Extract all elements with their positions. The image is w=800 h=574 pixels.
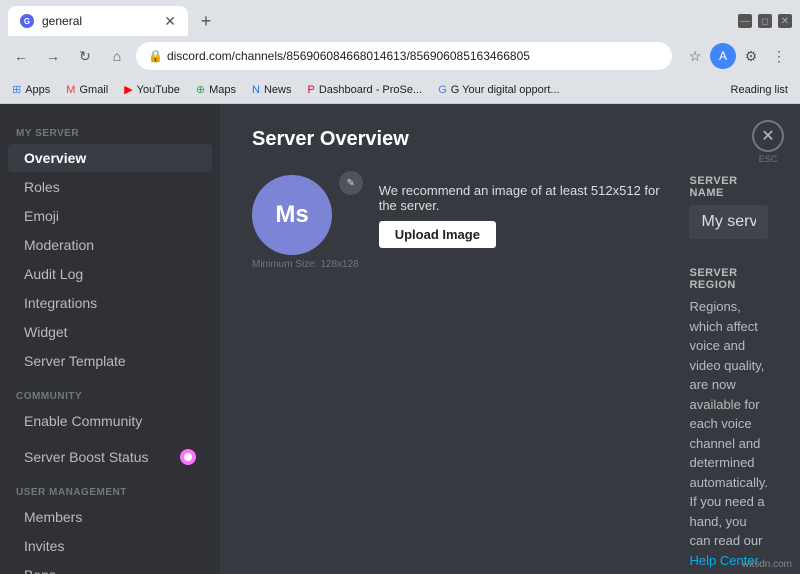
- sidebar-item-enable-community[interactable]: Enable Community: [8, 407, 212, 435]
- sidebar-item-roles[interactable]: Roles: [8, 173, 212, 201]
- server-avatar-container: Ms ✎ Minimum Size: 128x128: [252, 175, 359, 270]
- bookmark-gmail[interactable]: M Gmail: [62, 82, 112, 98]
- sidebar-item-moderation-label: Moderation: [24, 237, 94, 253]
- section-user-management-label: USER MANAGEMENT: [0, 479, 220, 502]
- bookmark-news[interactable]: N News: [248, 82, 295, 98]
- bookmark-dashboard[interactable]: P Dashboard - ProSe...: [304, 82, 427, 98]
- sidebar-item-overview-label: Overview: [24, 150, 86, 166]
- esc-label: ESC: [759, 154, 778, 164]
- active-tab[interactable]: G general ✕: [8, 6, 188, 36]
- sidebar-item-invites-label: Invites: [24, 538, 64, 554]
- section-community-label: COMMUNITY: [0, 383, 220, 406]
- address-input[interactable]: 🔒 discord.com/channels/85690608466801461…: [136, 42, 672, 70]
- bookmark-digital[interactable]: G G Your digital opport...: [434, 82, 563, 98]
- server-region-field: SERVER REGION Regions, which affect voic…: [689, 267, 768, 570]
- sidebar-item-overview[interactable]: Overview: [8, 144, 212, 172]
- sidebar-item-server-boost-label: Server Boost Status: [24, 449, 149, 465]
- bookmark-maps[interactable]: ⊕ Maps: [192, 81, 240, 98]
- sidebar-item-bans[interactable]: Bans: [8, 561, 212, 574]
- sidebar-item-bans-label: Bans: [24, 567, 56, 574]
- reading-list-label: Reading list: [731, 84, 788, 96]
- server-name-field: SERVER NAME: [689, 175, 768, 239]
- bookmark-news-label: News: [264, 84, 292, 96]
- bookmark-youtube[interactable]: ▶ YouTube: [120, 81, 184, 98]
- back-button[interactable]: ←: [8, 43, 34, 69]
- reload-button[interactable]: ↻: [72, 43, 98, 69]
- avatar-edit-button[interactable]: ✎: [339, 171, 363, 195]
- address-bar: ← → ↻ ⌂ 🔒 discord.com/channels/856906084…: [0, 36, 800, 76]
- sidebar-item-audit-log-label: Audit Log: [24, 266, 83, 282]
- bookmark-maps-label: Maps: [209, 84, 236, 96]
- extensions-icon[interactable]: ⚙: [738, 43, 764, 69]
- page-title: Server Overview: [252, 128, 768, 151]
- sidebar-item-moderation[interactable]: Moderation: [8, 231, 212, 259]
- forward-button[interactable]: →: [40, 43, 66, 69]
- bookmark-apps-label: Apps: [25, 84, 50, 96]
- server-icon-section: Ms ✎ Minimum Size: 128x128 We recommend …: [252, 175, 768, 574]
- watermark: wxsdn.com: [742, 559, 792, 570]
- sidebar-item-audit-log[interactable]: Audit Log: [8, 260, 212, 288]
- close-settings-button[interactable]: ✕ ESC: [752, 120, 784, 164]
- section-my-server-label: MY SERVER: [0, 120, 220, 143]
- server-region-text: Regions, which affect voice and video qu…: [689, 297, 768, 570]
- bookmark-apps[interactable]: ⊞ Apps: [8, 81, 54, 98]
- home-button[interactable]: ⌂: [104, 43, 130, 69]
- bookmark-digital-label: G Your digital opport...: [451, 84, 560, 96]
- bookmark-dashboard-label: Dashboard - ProSe...: [319, 84, 422, 96]
- more-options-icon[interactable]: ⋮: [766, 43, 792, 69]
- sidebar-item-emoji-label: Emoji: [24, 208, 59, 224]
- sidebar-item-members[interactable]: Members: [8, 503, 212, 531]
- sidebar-item-integrations-label: Integrations: [24, 295, 97, 311]
- tab-title: general: [42, 14, 156, 28]
- avatar-min-size: Minimum Size: 128x128: [252, 259, 359, 270]
- avatar-info: We recommend an image of at least 512x51…: [379, 175, 670, 248]
- minimize-window[interactable]: —: [738, 14, 752, 28]
- boost-badge-icon: [180, 449, 196, 465]
- server-name-input[interactable]: [689, 205, 768, 239]
- sidebar-item-enable-community-label: Enable Community: [24, 413, 142, 429]
- address-text: discord.com/channels/856906084668014613/…: [167, 49, 660, 63]
- sidebar-item-roles-label: Roles: [24, 179, 60, 195]
- bookmarks-bar: ⊞ Apps M Gmail ▶ YouTube ⊕ Maps N News P…: [0, 76, 800, 104]
- close-window[interactable]: ✕: [778, 14, 792, 28]
- close-x-label: ✕: [761, 126, 774, 146]
- sidebar-item-widget[interactable]: Widget: [8, 318, 212, 346]
- sidebar-item-members-label: Members: [24, 509, 82, 525]
- main-content: ✕ ESC Server Overview Ms ✎ Minimum Size:…: [220, 104, 800, 574]
- browser-chrome: G general ✕ + — ◻ ✕ ← → ↻ ⌂ 🔒 discord.co…: [0, 0, 800, 104]
- server-avatar: Ms: [252, 175, 332, 255]
- sidebar-item-server-template-label: Server Template: [24, 353, 126, 369]
- bookmark-youtube-label: YouTube: [137, 84, 180, 96]
- bookmark-gmail-label: Gmail: [79, 84, 108, 96]
- server-fields: SERVER NAME SERVER REGION Regions, which…: [689, 175, 768, 574]
- server-name-label: SERVER NAME: [689, 175, 768, 199]
- boost-badge-inner: [184, 453, 192, 461]
- bookmark-star-icon[interactable]: ☆: [682, 43, 708, 69]
- sidebar: MY SERVER Overview Roles Emoji Moderatio…: [0, 104, 220, 574]
- reading-list-button[interactable]: Reading list: [727, 82, 792, 98]
- maximize-window[interactable]: ◻: [758, 14, 772, 28]
- server-region-label: SERVER REGION: [689, 267, 768, 291]
- app-container: MY SERVER Overview Roles Emoji Moderatio…: [0, 104, 800, 574]
- close-icon[interactable]: ✕: [752, 120, 784, 152]
- sidebar-item-emoji[interactable]: Emoji: [8, 202, 212, 230]
- sidebar-item-integrations[interactable]: Integrations: [8, 289, 212, 317]
- sidebar-item-widget-label: Widget: [24, 324, 68, 340]
- sidebar-item-server-template[interactable]: Server Template: [8, 347, 212, 375]
- tab-favicon: G: [20, 14, 34, 28]
- upload-image-button[interactable]: Upload Image: [379, 221, 496, 248]
- server-region-description: Regions, which affect voice and video qu…: [689, 299, 768, 548]
- sidebar-item-server-boost[interactable]: Server Boost Status: [8, 443, 212, 471]
- sidebar-item-invites[interactable]: Invites: [8, 532, 212, 560]
- tab-bar: G general ✕ + — ◻ ✕: [0, 0, 800, 36]
- avatar-recommendation-text: We recommend an image of at least 512x51…: [379, 183, 670, 213]
- browser-profile-icon[interactable]: A: [710, 43, 736, 69]
- new-tab-button[interactable]: +: [192, 7, 220, 35]
- edit-icon: ✎: [347, 178, 355, 189]
- tab-close-button[interactable]: ✕: [164, 13, 176, 30]
